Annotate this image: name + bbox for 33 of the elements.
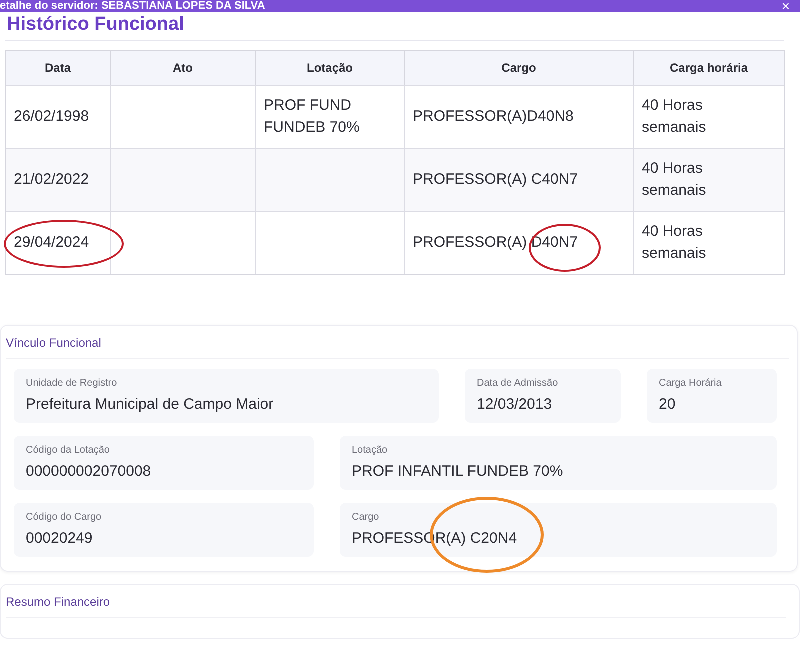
field-label: Cargo: [352, 512, 380, 523]
field-label: Carga Horária: [659, 378, 723, 389]
table-cell-text: 40 Horas semanais: [642, 222, 708, 264]
field-value: 00020249: [26, 530, 94, 547]
column-header: Cargo: [405, 51, 634, 85]
table-cell-text: 26/02/1998: [14, 107, 90, 127]
column-header: Carga horária: [668, 60, 750, 77]
table-cell-text: PROF FUND FUNDEB 70%: [264, 96, 361, 138]
field-label: Data de Admissão: [477, 378, 560, 389]
field-label: Código da Lotação: [26, 445, 111, 456]
table-cell-text: 21/02/2022: [14, 170, 90, 190]
column-header: Lotação: [256, 51, 405, 85]
field-value: PROF INFANTIL FUNDEB 70%: [352, 463, 564, 480]
card-title: Vínculo Funcional: [6, 336, 789, 359]
field-label: Código do Cargo: [26, 512, 103, 523]
column-header: Ato: [111, 51, 256, 85]
table-cell-text: 40 Horas semanais: [642, 159, 708, 201]
field-value: 12/03/2013: [477, 396, 554, 413]
table-cell-text: 29/04/2024: [14, 233, 90, 253]
table-cell-text: PROFESSOR(A) C40N7: [413, 170, 578, 190]
table-cell-text: PROFESSOR(A)D40N8: [413, 107, 574, 127]
field-label: Unidade de Registro: [26, 378, 118, 389]
field-value: Prefeitura Municipal de Campo Maior: [26, 396, 275, 413]
field-value: 20: [659, 396, 677, 413]
field-label: Lotação: [352, 445, 389, 456]
field-value: 000000002070008: [26, 463, 152, 480]
column-header: Data: [6, 51, 111, 85]
card-title: Resumo Financeiro: [6, 595, 786, 618]
window-title: etalhe do servidor: SEBASTIANA LOPES DA SILVA: [0, 0, 266, 12]
table-cell-text: 40 Horas semanais: [642, 96, 708, 138]
table-cell-text: PROFESSOR(A) D40N7: [413, 233, 578, 253]
section-title: Histórico Funcional: [6, 14, 186, 36]
close-button[interactable]: ×: [780, 0, 792, 12]
